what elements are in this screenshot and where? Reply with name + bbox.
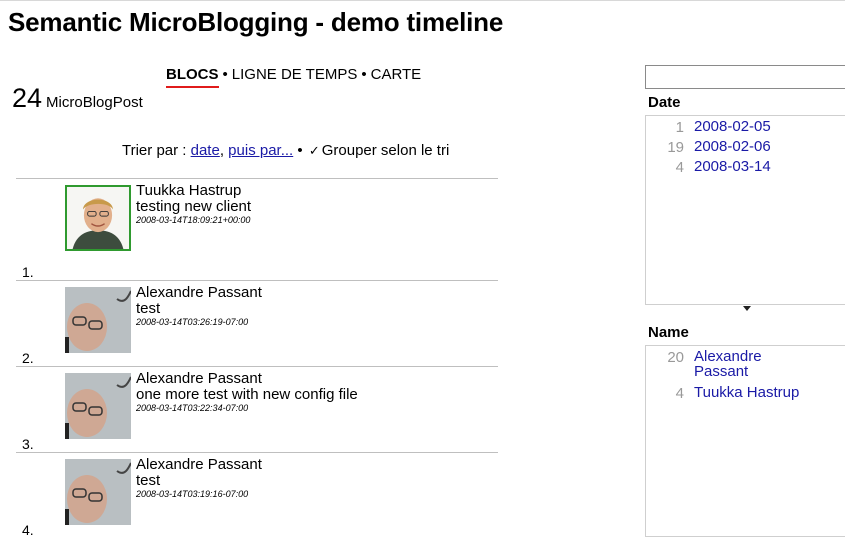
facet-count: 4 [675,385,684,402]
facet-date-item[interactable]: 19 2008-02-06 [646,139,845,159]
group-checkbox-icon[interactable]: ✓ [309,143,320,158]
tab-carte[interactable]: CARTE [371,66,422,83]
avatar-alexandre-icon [65,287,131,353]
post-author: Alexandre Passant [136,284,262,301]
post-list: Tuukka Hastrup testing new client 2008-0… [16,178,498,538]
avatar-alexandre-icon [65,373,131,439]
post-timestamp: 2008-03-14T03:19:16-07:00 [136,489,249,499]
resize-handle-icon[interactable] [743,306,751,311]
tab-ligne-de-temps[interactable]: LIGNE DE TEMPS [232,66,358,83]
nav-separator: • [361,66,367,83]
person-photo-icon [65,459,131,525]
post-text: test [136,472,161,489]
facet-name-list[interactable]: 20 Alexandre Passant 4 Tuukka Hastrup [645,345,845,537]
post-timestamp: 2008-03-14T03:22:34-07:00 [136,403,249,413]
post-author: Alexandre Passant [136,370,262,387]
list-item: Tuukka Hastrup testing new client 2008-0… [16,178,498,280]
list-item: Alexandre Passant test 2008-03-14T03:26:… [16,280,498,366]
post-text: one more test with new config file [136,386,358,403]
facet-date-list[interactable]: 1 2008-02-05 19 2008-02-06 4 2008-03-14 [645,115,845,305]
post-timestamp: 2008-03-14T18:09:21+00:00 [136,215,251,225]
item-index: 1. [22,264,34,280]
result-type-label: MicroBlogPost [46,94,143,111]
nav-separator: • [222,66,228,83]
sort-prefix: Trier par : [122,142,187,159]
facet-count: 19 [667,139,684,156]
person-photo-icon [67,187,129,249]
list-item: Alexandre Passant test 2008-03-14T03:19:… [16,452,498,538]
facet-value-link[interactable]: 2008-02-05 [694,119,771,134]
facet-name-title: Name [648,324,689,341]
item-index: 2. [22,350,34,366]
avatar-alexandre-icon [65,459,131,525]
result-count-number: 24 [12,83,43,113]
view-tabs: BLOCS • LIGNE DE TEMPS • CARTE [166,66,421,83]
person-photo-icon [65,373,131,439]
result-count: 24 MicroBlogPost [12,83,143,114]
post-text: test [136,300,161,317]
sort-separator: • [297,142,303,159]
post-text: testing new client [136,198,252,215]
facet-date-item[interactable]: 4 2008-03-14 [646,159,845,179]
page-title: Semantic MicroBlogging - demo timeline [8,7,504,37]
sort-controls: Trier par : date, puis par... • ✓ Grouper… [122,142,450,159]
facet-search-input[interactable] [645,65,845,89]
person-photo-icon [65,287,131,353]
facet-count: 1 [675,119,684,136]
tab-blocs[interactable]: BLOCS [166,66,219,83]
facet-value-link[interactable]: 2008-02-06 [694,139,771,154]
facet-date-item[interactable]: 1 2008-02-05 [646,119,845,139]
facet-count: 20 [667,349,684,366]
facet-name-item[interactable]: 4 Tuukka Hastrup [646,385,845,405]
facet-date-title: Date [648,94,681,111]
post-timestamp: 2008-03-14T03:26:19-07:00 [136,317,249,327]
sort-by-date-link[interactable]: date [191,142,220,159]
facet-value-link[interactable]: 2008-03-14 [694,159,771,174]
facet-value-link[interactable]: Tuukka Hastrup [694,385,799,400]
facet-name-item[interactable]: 20 Alexandre Passant [646,349,845,385]
post-author: Tuukka Hastrup [136,182,242,199]
post-author: Alexandre Passant [136,456,262,473]
group-by-sort-label[interactable]: Grouper selon le tri [322,142,450,159]
sort-then-by-link[interactable]: puis par... [228,142,293,159]
avatar-tuukka-icon [65,185,131,251]
list-item: Alexandre Passant one more test with new… [16,366,498,452]
facet-value-link[interactable]: Alexandre Passant [694,349,794,379]
item-index: 3. [22,436,34,452]
facet-count: 4 [675,159,684,176]
